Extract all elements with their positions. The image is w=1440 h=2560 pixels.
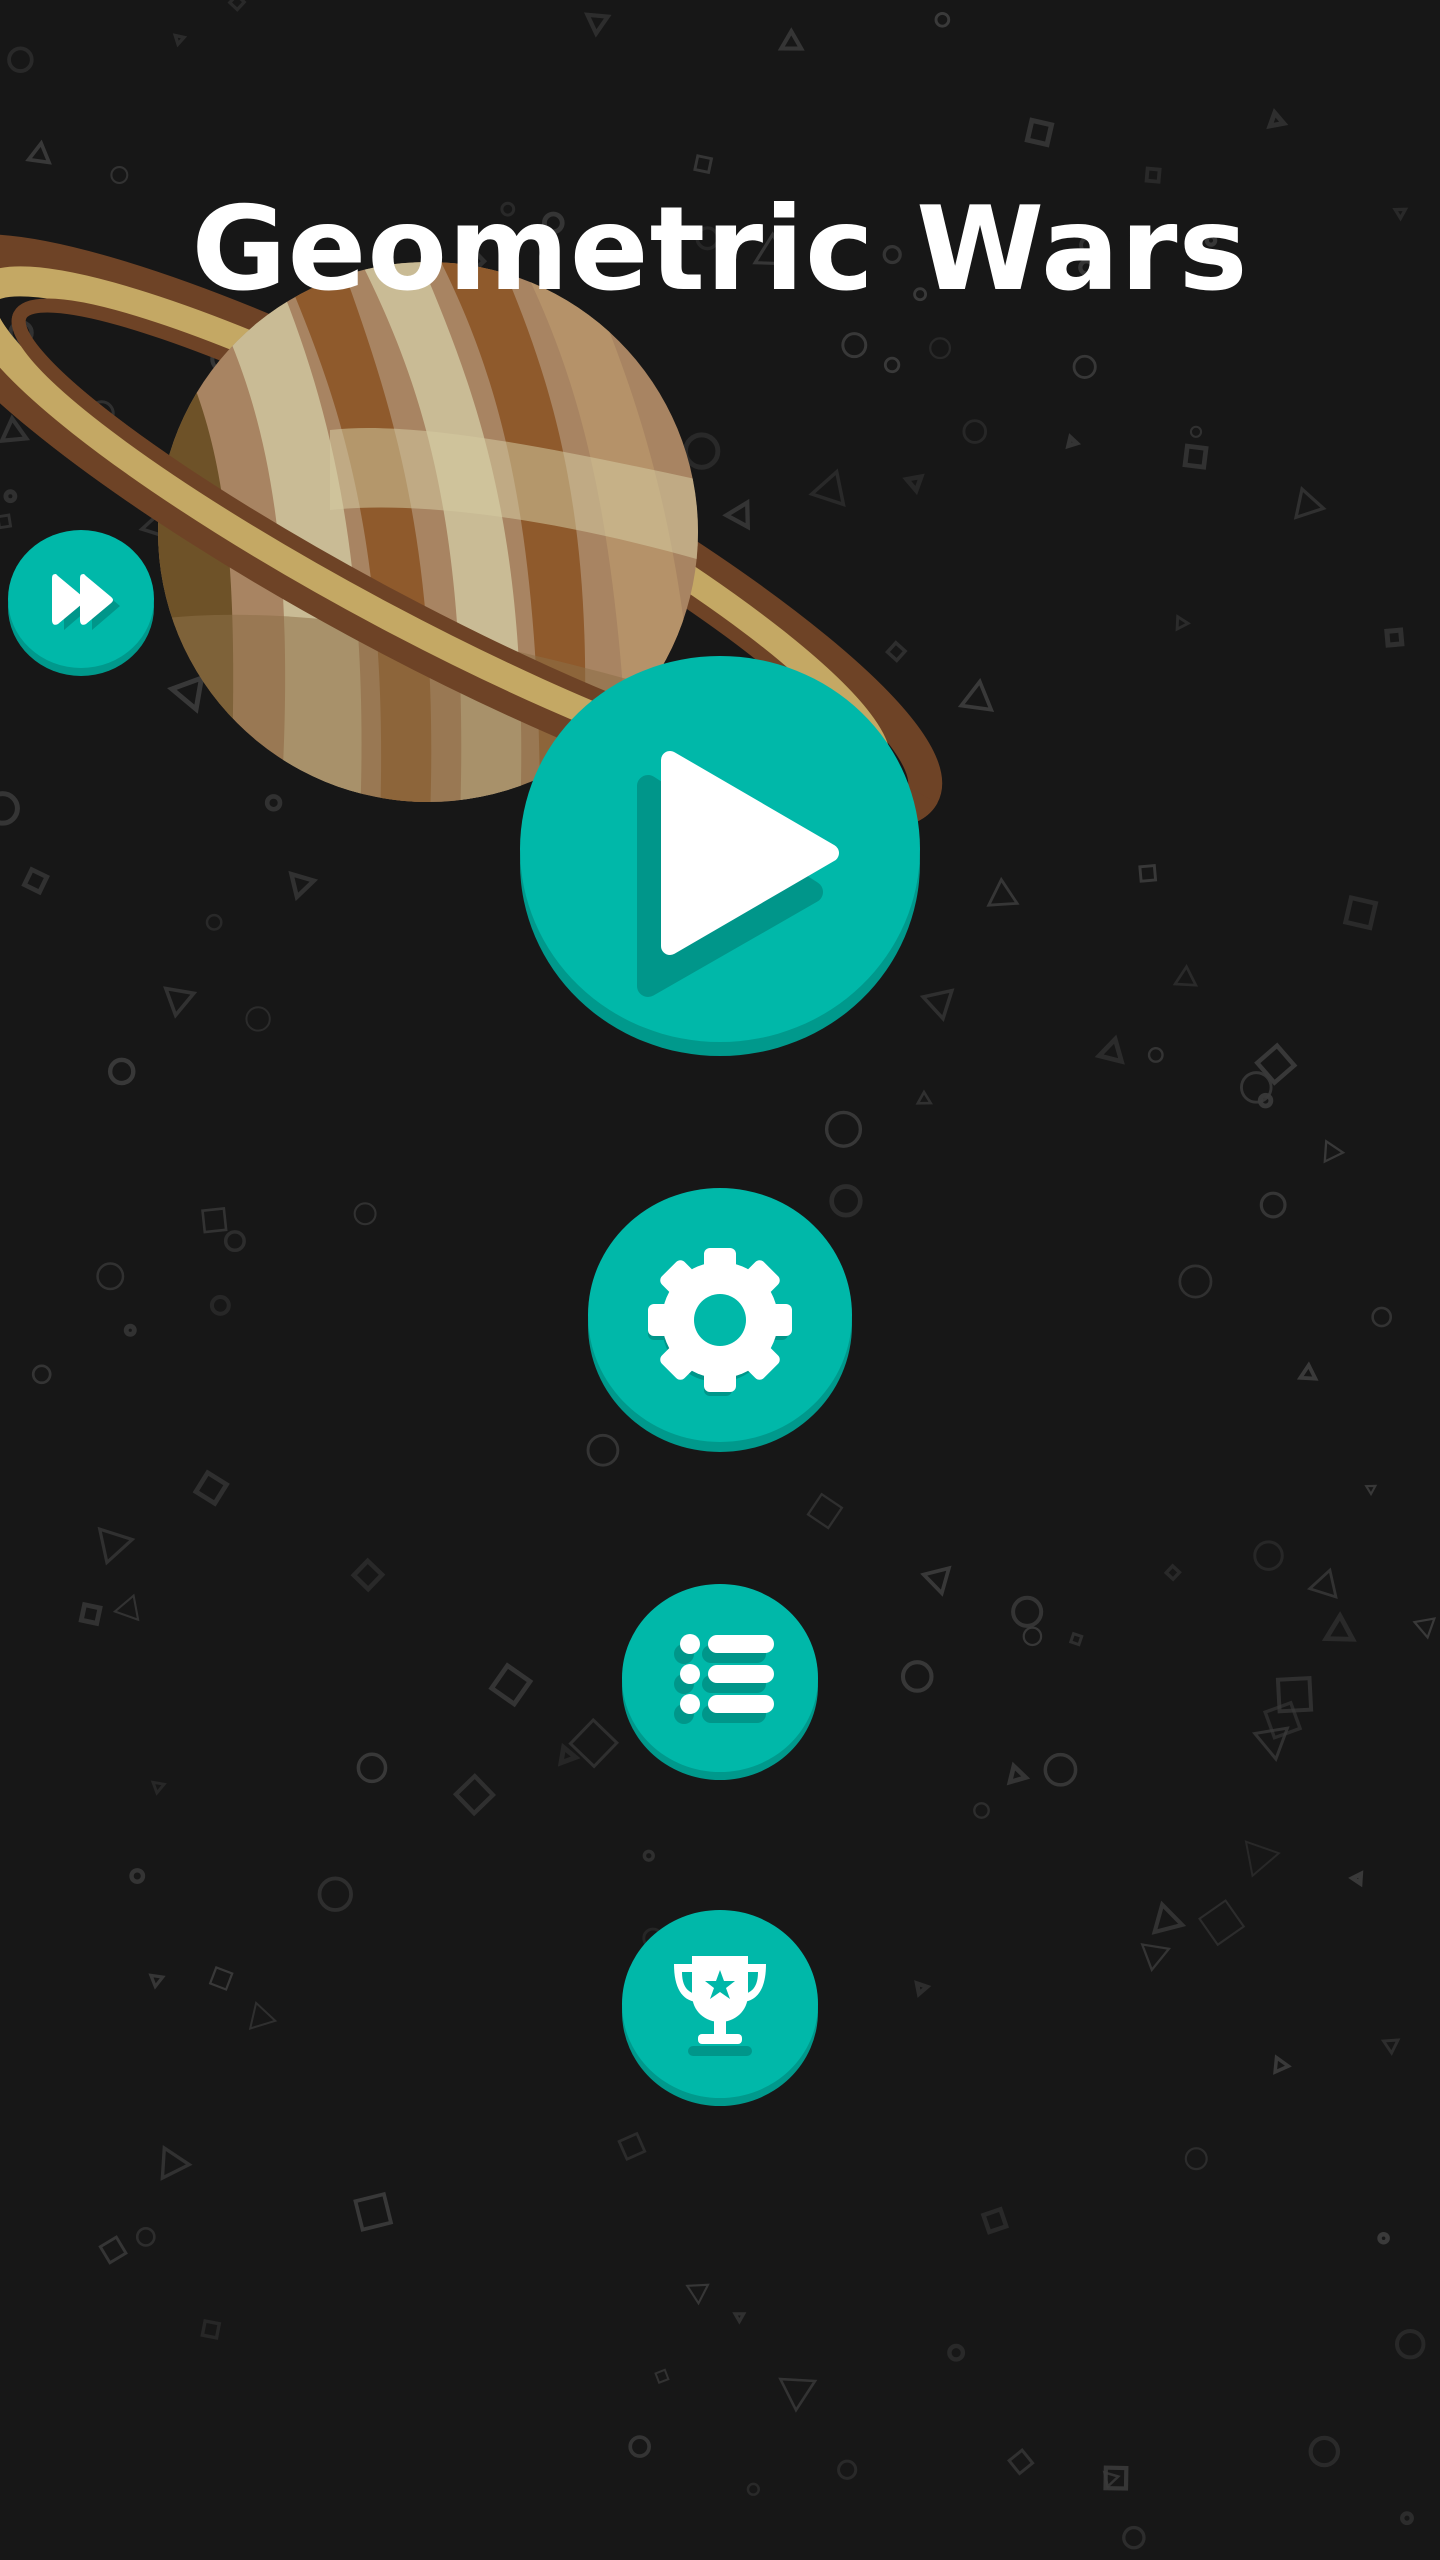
list-icon [674, 1634, 774, 1724]
trophy-icon [674, 1956, 766, 2056]
gear-icon [648, 1248, 792, 1396]
play-button[interactable] [520, 656, 920, 1056]
game-title: Geometric Wars [191, 182, 1249, 317]
fast-forward-icon [52, 574, 120, 630]
main-menu-screen: Geometric Wars [0, 0, 1440, 2560]
level-list-button[interactable] [622, 1584, 818, 1780]
play-icon [637, 751, 839, 997]
settings-button[interactable] [588, 1188, 852, 1452]
achievements-button[interactable] [622, 1910, 818, 2106]
skip-button[interactable] [8, 530, 154, 676]
